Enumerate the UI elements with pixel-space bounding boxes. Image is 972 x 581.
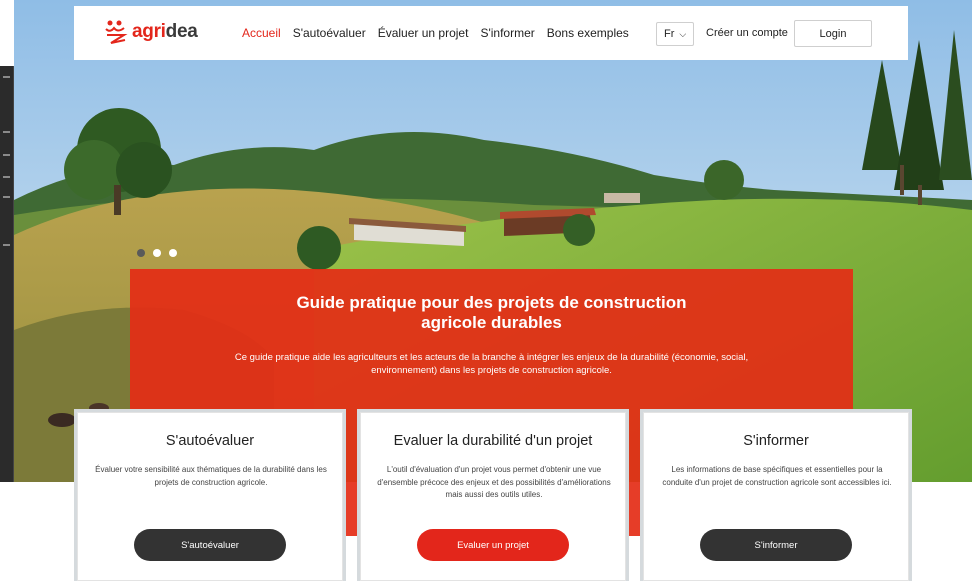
slider-dot-2[interactable] [153, 249, 161, 257]
language-value: Fr [664, 28, 675, 40]
agridea-logo[interactable]: agridea [104, 19, 198, 45]
card-autoevaluer: S'autoévaluer Évaluer votre sensibilité … [77, 412, 343, 581]
hero-description: Ce guide pratique aide les agriculteurs … [234, 352, 749, 376]
logo-text: agridea [132, 21, 198, 42]
card-title: S'autoévaluer [165, 433, 255, 449]
card-description: Les informations de base spécifiques et … [662, 465, 892, 487]
slider-pagination [137, 249, 185, 257]
main-navigation: Accueil S'autoévaluer Évaluer un projet … [242, 26, 641, 40]
nav-item-autoevaluer[interactable]: S'autoévaluer [293, 26, 366, 40]
create-account-link[interactable]: Créer un compte [706, 27, 788, 39]
nav-item-bons-exemples[interactable]: Bons exemples [547, 26, 629, 40]
nav-item-informer[interactable]: S'informer [480, 26, 534, 40]
site-header: agridea Accueil S'autoévaluer Évaluer un… [74, 6, 908, 60]
slider-dot-3[interactable] [169, 249, 177, 257]
card-title: Evaluer la durabilité d'un projet [393, 433, 593, 449]
nav-item-evaluer-projet[interactable]: Évaluer un projet [378, 26, 469, 40]
login-button[interactable]: Login [794, 20, 872, 47]
logo-mark-icon [105, 20, 128, 44]
hero-title: Guide pratique pour des projets de const… [296, 293, 687, 332]
informer-button[interactable]: S'informer [700, 529, 852, 561]
card-informer: S'informer Les informations de base spéc… [643, 412, 909, 581]
background-window-edge [0, 66, 14, 540]
evaluer-projet-button[interactable]: Evaluer un projet [417, 529, 569, 561]
card-evaluer-projet: Evaluer la durabilité d'un projet L'outi… [360, 412, 626, 581]
nav-item-accueil[interactable]: Accueil [242, 26, 281, 40]
card-description: L'outil d'évaluation d'un projet vous pe… [377, 465, 611, 499]
card-description: Évaluer votre sensibilité aux thématique… [95, 465, 327, 487]
autoevaluer-button[interactable]: S'autoévaluer [134, 529, 286, 561]
card-title: S'informer [743, 433, 809, 449]
language-select[interactable]: Fr ⌵ [656, 22, 694, 46]
chevron-down-icon: ⌵ [679, 28, 687, 39]
slider-dot-1[interactable] [137, 249, 145, 257]
